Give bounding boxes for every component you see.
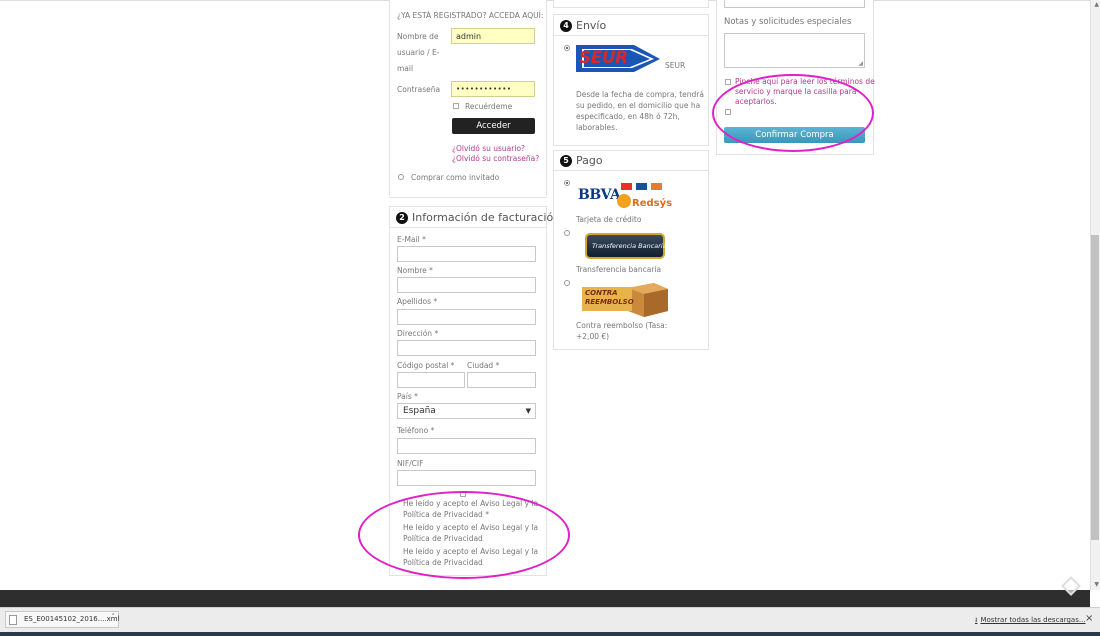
password-label: Contraseña <box>397 85 441 94</box>
cod-box-icon: CONTRA REEMBOLSO <box>582 283 670 317</box>
surname-label: Apellidos * <box>397 297 438 306</box>
address-label: Dirección * <box>397 329 439 338</box>
guest-radio[interactable] <box>398 174 404 180</box>
city-label: Ciudad * <box>467 361 500 370</box>
chevron-down-icon: ▼ <box>525 407 531 415</box>
cod-logo-text-1: CONTRA <box>585 289 618 297</box>
login-button[interactable]: Acceder <box>452 118 535 134</box>
resize-handle-icon: ◢ <box>858 60 863 67</box>
name-input[interactable] <box>397 277 536 293</box>
seur-desc-4: laborables. <box>576 123 618 132</box>
guest-label: Comprar como invitado <box>411 173 500 182</box>
notes-label: Notas y solicitudes especiales <box>724 17 852 27</box>
country-select[interactable]: España ▼ <box>397 403 536 419</box>
shipping-title: 4 Envío <box>560 19 606 32</box>
username-label-line1: Nombre de <box>397 32 439 41</box>
step-2-badge: 2 <box>396 211 408 224</box>
payment-title-divider <box>553 170 709 171</box>
redsys-swirl-icon <box>617 194 631 208</box>
card-label: Tarjeta de crédito <box>576 215 642 224</box>
scrollbar-thumb[interactable] <box>1091 235 1099 540</box>
transfer-logo: Transferencia Bancaria <box>585 233 667 259</box>
cod-label-2: +2,00 €) <box>576 332 610 341</box>
card-brands-icon <box>620 182 664 192</box>
address-input[interactable] <box>397 340 536 356</box>
seur-logo-text: SEUR <box>579 48 628 68</box>
password-input[interactable]: •••••••••••• <box>451 81 535 97</box>
username-input[interactable]: admin <box>451 28 535 44</box>
tos-checkbox-top[interactable] <box>725 79 731 85</box>
step-4-badge: 4 <box>560 19 572 32</box>
seur-desc-1: Desde la fecha de compra, tendrá <box>576 90 704 99</box>
surname-input[interactable] <box>397 309 536 325</box>
seur-radio[interactable] <box>564 45 570 51</box>
transfer-radio[interactable] <box>564 230 570 236</box>
show-all-downloads-link[interactable]: ⭳ Mostrar todas las descargas... <box>975 616 1086 627</box>
cod-label: Contra reembolso (Tasa: +2,00 €) <box>576 320 667 342</box>
country-label: País * <box>397 392 418 401</box>
close-download-bar-icon[interactable]: × <box>1085 613 1093 624</box>
billing-title-text: Información de facturación <box>412 211 561 224</box>
phone-input[interactable] <box>397 438 536 454</box>
forgot-password-link[interactable]: ¿Olvidó su contraseña? <box>452 154 539 163</box>
download-file-name: ES_E00145102_2016....xml <box>24 615 120 623</box>
phone-label: Teléfono * <box>397 426 435 435</box>
transfer-label: Transferencia bancaria <box>576 265 662 274</box>
billing-title-divider <box>389 227 547 228</box>
seur-desc-2: su pedido, en el domicilio que ha <box>576 101 701 110</box>
remember-label: Recuérdeme <box>465 102 513 111</box>
payment-title: 5 Pago <box>560 154 603 167</box>
card-radio[interactable] <box>564 180 570 186</box>
top-border <box>0 0 1100 1</box>
shipping-top-stub <box>553 0 709 8</box>
payment-title-text: Pago <box>576 154 603 167</box>
nif-input[interactable] <box>397 470 536 486</box>
email-input[interactable] <box>397 246 536 262</box>
redsys-logo: Redsýs <box>632 198 673 209</box>
xml-file-icon <box>9 615 17 625</box>
download-arrow-icon: ⭳ <box>975 616 978 624</box>
seur-logo: SEUR <box>576 43 662 73</box>
cod-label-1: Contra reembolso (Tasa: <box>576 321 668 330</box>
username-label-line3: mail <box>397 64 414 73</box>
login-header: ¿YA ESTÁ REGISTRADO? ACCEDA AQUÍ: <box>397 11 544 20</box>
seur-description: Desde la fecha de compra, tendrá su pedi… <box>576 89 704 133</box>
download-menu-chevron-icon[interactable]: ˄ <box>112 613 116 621</box>
billing-title: 2 Información de facturación <box>396 211 560 224</box>
page-footer-bar <box>0 590 1090 607</box>
nif-label: NIF/CIF <box>397 459 424 468</box>
highlight-ellipse-tos <box>712 74 874 152</box>
transfer-logo-text: Transferencia Bancaria <box>592 242 667 250</box>
name-label: Nombre * <box>397 266 433 275</box>
username-label-line2: usuario / E- <box>397 48 440 57</box>
seur-carrier-name: SEUR <box>665 61 686 70</box>
show-all-downloads-text: Mostrar todas las descargas... <box>980 616 1086 624</box>
forgot-username-link[interactable]: ¿Olvidó su usuario? <box>452 144 525 153</box>
download-item[interactable]: ES_E00145102_2016....xml ˄ <box>5 611 120 628</box>
scroll-up-arrow-icon[interactable]: ▲ <box>1094 1 1099 8</box>
previous-field-input[interactable] <box>724 0 865 8</box>
shipping-title-divider <box>553 35 709 36</box>
postal-code-input[interactable] <box>397 372 465 388</box>
scroll-down-arrow-icon[interactable]: ▼ <box>1094 581 1099 588</box>
step-5-badge: 5 <box>560 154 572 167</box>
postal-code-label: Código postal * <box>397 361 455 370</box>
remember-checkbox[interactable] <box>453 103 459 109</box>
email-label: E-Mail * <box>397 235 426 244</box>
cod-radio[interactable] <box>564 280 570 286</box>
seur-desc-3: especificado, en 48h ó 72h, <box>576 112 680 121</box>
highlight-ellipse-legal <box>358 491 570 579</box>
notes-textarea[interactable]: ◢ <box>724 33 865 68</box>
country-value: España <box>403 406 436 416</box>
shipping-title-text: Envío <box>576 19 607 32</box>
download-bar <box>0 607 1100 632</box>
cod-logo-text-2: REEMBOLSO <box>585 298 634 306</box>
city-input[interactable] <box>467 372 536 388</box>
bbva-logo: BBVA <box>578 187 621 203</box>
os-taskbar <box>0 632 1100 636</box>
